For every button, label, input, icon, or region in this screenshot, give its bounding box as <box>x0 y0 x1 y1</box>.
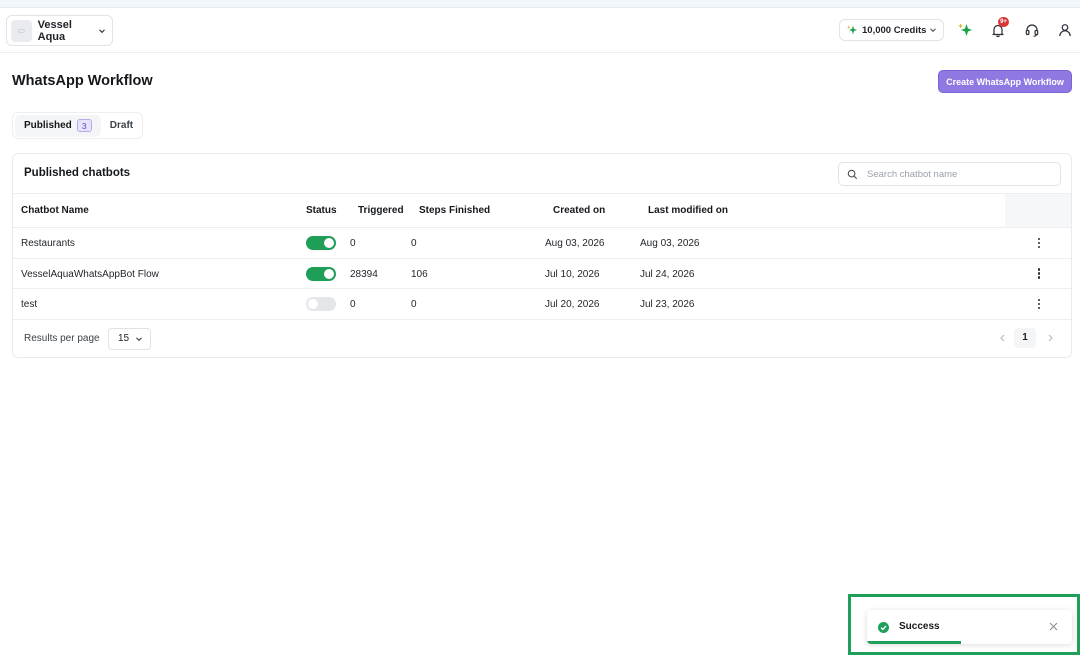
toast-message: Success <box>899 621 940 632</box>
tab-count-badge: 3 <box>76 119 92 132</box>
last-modified-on: Jul 23, 2026 <box>640 299 695 310</box>
column-header-name[interactable]: Chatbot Name <box>21 205 89 216</box>
create-workflow-button[interactable]: Create WhatsApp Workflow <box>938 70 1072 93</box>
sparkle-icon <box>958 23 972 36</box>
top-bar: ▭ Vessel Aqua 10,000 Credits 9+ <box>0 8 1080 53</box>
user-icon <box>1059 24 1071 37</box>
next-page-button[interactable] <box>1043 330 1057 346</box>
per-page-value: 15 <box>118 333 130 344</box>
kebab-menu-icon[interactable] <box>1031 297 1047 311</box>
status-toggle[interactable] <box>306 297 336 311</box>
steps-finished: 0 <box>411 238 417 249</box>
previous-page-button[interactable] <box>995 330 1009 346</box>
triggered-count: 28394 <box>350 268 378 280</box>
chevron-right-icon <box>1048 334 1053 341</box>
column-header-created[interactable]: Created on <box>553 205 605 216</box>
triggered-count: 0 <box>350 238 356 249</box>
search-icon <box>847 169 858 179</box>
card-title: Published chatbots <box>24 167 131 179</box>
table-row[interactable]: Restaurants 0 0 Aug 03, 2026 Aug 03, 202… <box>13 228 1071 259</box>
search-input[interactable] <box>867 168 1047 180</box>
chatbot-name[interactable]: test <box>21 299 37 310</box>
page-number-button[interactable]: 1 <box>1014 327 1036 348</box>
toggle-knob <box>324 268 334 279</box>
status-toggle[interactable] <box>306 236 336 250</box>
toggle-knob <box>308 299 318 309</box>
kebab-menu-icon[interactable] <box>1031 236 1047 250</box>
results-per-page-select[interactable]: 15 <box>108 327 151 350</box>
chevron-down-icon <box>98 27 106 35</box>
column-header-modified[interactable]: Last modified on <box>648 205 728 216</box>
sparkle-icon <box>847 25 857 35</box>
created-on: Jul 20, 2026 <box>545 299 600 310</box>
tab-published[interactable]: Published 3 <box>15 114 101 137</box>
close-icon[interactable] <box>1049 622 1059 632</box>
last-modified-on: Aug 03, 2026 <box>640 238 700 249</box>
table-footer: Results per page 15 1 <box>13 320 1071 358</box>
notifications-button[interactable]: 9+ <box>988 17 1009 40</box>
triggered-count: 0 <box>350 299 356 310</box>
org-switcher[interactable]: ▭ Vessel Aqua <box>6 15 113 46</box>
status-toggle[interactable] <box>306 266 336 281</box>
chatbot-name[interactable]: VesselAquaWhatsAppBot Flow <box>21 269 159 280</box>
profile-button[interactable] <box>1055 20 1075 40</box>
results-per-page-label: Results per page <box>24 332 100 344</box>
steps-finished: 0 <box>411 299 417 310</box>
table-header: Chatbot Name Status Triggered Steps Fini… <box>13 194 1071 228</box>
chevron-down-icon <box>929 26 937 34</box>
toast-progress-bar <box>867 641 962 644</box>
chevron-left-icon <box>999 334 1004 341</box>
credits-label: 10,000 Credits <box>862 24 927 36</box>
headset-icon <box>1025 24 1039 37</box>
chatbots-card: Published chatbots Chatbot Name Status T… <box>12 153 1072 358</box>
created-on: Jul 10, 2026 <box>545 268 600 280</box>
check-circle-icon <box>878 622 889 633</box>
toggle-knob <box>324 238 334 248</box>
steps-finished: 106 <box>411 268 428 280</box>
table-row[interactable]: test 0 0 Jul 20, 2026 Jul 23, 2026 <box>13 289 1071 320</box>
table-row[interactable]: VesselAquaWhatsAppBot Flow 28394 106 Jul… <box>13 259 1071 289</box>
toast-highlight-frame: Success <box>848 594 1080 655</box>
kebab-menu-icon[interactable] <box>1031 267 1047 281</box>
browser-top-strip <box>0 0 1080 8</box>
tab-label: Draft <box>109 120 134 131</box>
column-header-steps[interactable]: Steps Finished <box>419 205 490 216</box>
credits-button[interactable]: 10,000 Credits <box>839 19 944 41</box>
actions-column-header <box>1005 194 1071 227</box>
notification-badge: 9+ <box>998 17 1009 27</box>
column-header-triggered[interactable]: Triggered <box>358 205 404 216</box>
last-modified-on: Jul 24, 2026 <box>640 268 695 280</box>
tab-draft[interactable]: Draft <box>101 115 142 137</box>
chevron-down-icon <box>135 335 143 343</box>
page-title: WhatsApp Workflow <box>12 73 153 89</box>
chatbot-name[interactable]: Restaurants <box>21 238 75 249</box>
org-avatar: ▭ <box>11 19 32 42</box>
card-header: Published chatbots <box>13 154 1071 194</box>
created-on: Aug 03, 2026 <box>545 238 605 249</box>
org-name: Vessel Aqua <box>37 18 72 43</box>
tab-label: Published <box>24 120 72 131</box>
success-toast: Success <box>867 610 1072 644</box>
search-box <box>838 162 1061 186</box>
support-button[interactable] <box>1022 20 1042 40</box>
column-header-status[interactable]: Status <box>306 205 337 216</box>
tab-group: Published 3 Draft <box>12 112 143 139</box>
ai-sparkle-button[interactable] <box>955 20 975 40</box>
